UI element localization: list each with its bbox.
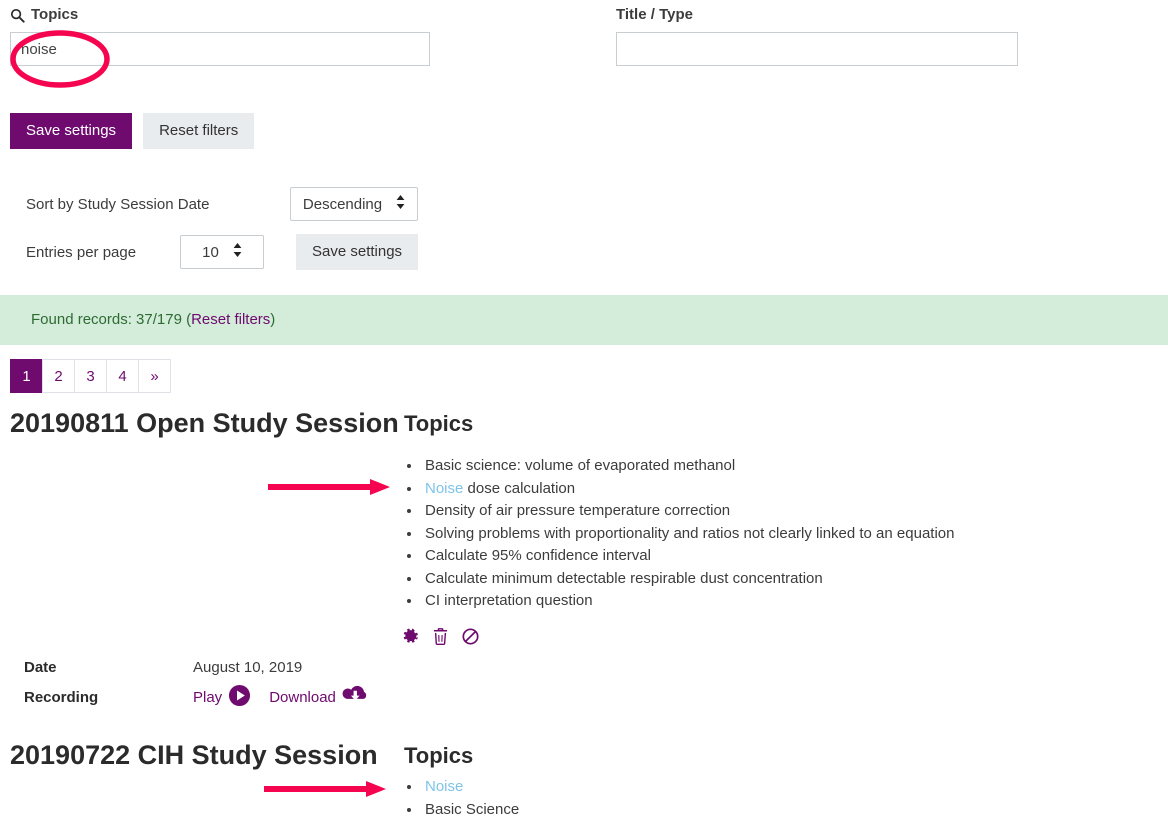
entries-per-page-select[interactable]: 10 xyxy=(180,235,264,269)
sort-order-value: Descending xyxy=(302,195,383,213)
page-link-2[interactable]: 2 xyxy=(42,359,75,393)
session-title: 20190811 Open Study Session xyxy=(10,408,399,438)
session-topics-heading: Topics xyxy=(404,411,474,436)
session-title: 20190722 CIH Study Session xyxy=(10,740,378,770)
list-item: Solving problems with proportionality an… xyxy=(422,523,954,546)
list-item: Noise xyxy=(422,776,519,799)
title-type-label-text: Title / Type xyxy=(616,6,693,23)
download-label: Download xyxy=(269,688,336,706)
session-topics-list: Noise Basic Science xyxy=(404,776,519,821)
page-link-next[interactable]: » xyxy=(138,359,171,393)
entries-setting-row: Entries per page 10 Save settings xyxy=(26,228,419,276)
sort-order-select[interactable]: Descending xyxy=(290,187,418,221)
annotation-arrow xyxy=(262,779,387,804)
list-item: Calculate 95% confidence interval xyxy=(422,545,954,568)
annotation-arrow xyxy=(266,477,391,502)
reset-filters-button[interactable]: Reset filters xyxy=(143,113,255,149)
reset-filters-link[interactable]: Reset filters xyxy=(191,311,270,328)
trash-icon[interactable] xyxy=(433,628,448,650)
topic-text: Density of air pressure temperature corr… xyxy=(425,502,731,519)
search-icon xyxy=(10,8,25,23)
found-records-text: Found records: 37/179 ( xyxy=(31,311,192,328)
save-settings-button[interactable]: Save settings xyxy=(10,113,133,149)
list-item: CI interpretation question xyxy=(422,590,954,613)
topic-text: CI interpretation question xyxy=(425,592,593,609)
pagination: 1 2 3 4 » xyxy=(10,359,171,393)
session-action-icons xyxy=(402,628,479,650)
chevron-updown-icon xyxy=(396,195,405,213)
recording-actions: Play Download xyxy=(193,684,370,711)
topic-text: Basic Science xyxy=(425,800,520,818)
session-topics-list: Basic science: volume of evaporated meth… xyxy=(404,455,954,613)
title-type-filter-label: Title / Type xyxy=(616,6,1036,24)
play-icon xyxy=(228,684,251,711)
topic-highlight-link[interactable]: Noise xyxy=(425,778,463,795)
title-type-filter-group: Title / Type xyxy=(616,6,1036,66)
sort-label: Sort by Study Session Date xyxy=(26,195,210,213)
topic-text: Calculate minimum detectable respirable … xyxy=(425,569,823,587)
download-cloud-icon xyxy=(342,684,370,710)
list-item: Density of air pressure temperature corr… xyxy=(422,500,954,523)
page-link-4[interactable]: 4 xyxy=(106,359,139,393)
save-settings-secondary-button[interactable]: Save settings xyxy=(296,234,419,270)
settings-panel: Sort by Study Session Date Descending En… xyxy=(26,180,419,276)
play-label: Play xyxy=(193,688,223,706)
list-item: Basic Science xyxy=(422,799,519,822)
title-type-input[interactable] xyxy=(616,32,1018,66)
sort-setting-row: Sort by Study Session Date Descending xyxy=(26,180,418,228)
topics-filter-group: Topics xyxy=(10,6,430,66)
topics-filter-label-text: Topics xyxy=(31,6,79,23)
topic-highlight-link[interactable]: Noise xyxy=(425,480,463,497)
session-meta-table: Date August 10, 2019 Recording Play Down… xyxy=(24,652,370,712)
topics-search-input[interactable] xyxy=(10,32,430,66)
topics-filter-label: Topics xyxy=(10,6,430,24)
found-records-banner: Found records: 37/179 (Reset filters) xyxy=(0,295,1168,345)
entries-per-page-label: Entries per page xyxy=(26,243,137,261)
download-recording-link[interactable]: Download xyxy=(269,684,370,710)
topic-text: dose calculation xyxy=(463,479,576,497)
play-recording-link[interactable]: Play xyxy=(193,684,251,711)
topic-text: Basic science: volume of evaporated meth… xyxy=(425,457,736,474)
found-records-paren: ) xyxy=(270,311,276,328)
session-topics-heading: Topics xyxy=(404,743,474,768)
gear-icon[interactable] xyxy=(402,628,419,650)
list-item: Noise dose calculation xyxy=(422,478,954,501)
date-value: August 10, 2019 xyxy=(193,658,303,676)
date-label: Date xyxy=(24,658,57,676)
ban-icon[interactable] xyxy=(462,628,479,650)
recording-label: Recording xyxy=(24,688,99,706)
list-item: Calculate minimum detectable respirable … xyxy=(422,568,954,591)
entries-per-page-value: 10 xyxy=(202,243,219,261)
table-row: Recording Play Download xyxy=(24,682,370,712)
filter-actions: Save settings Reset filters xyxy=(10,113,255,149)
page-link-1[interactable]: 1 xyxy=(10,359,43,393)
list-item: Basic science: volume of evaporated meth… xyxy=(422,455,954,478)
topic-text: Solving problems with proportionality an… xyxy=(425,524,955,542)
topic-text: Calculate 95% confidence interval xyxy=(425,547,651,564)
page-link-3[interactable]: 3 xyxy=(74,359,107,393)
chevron-updown-icon xyxy=(233,243,242,261)
table-row: Date August 10, 2019 xyxy=(24,652,370,682)
